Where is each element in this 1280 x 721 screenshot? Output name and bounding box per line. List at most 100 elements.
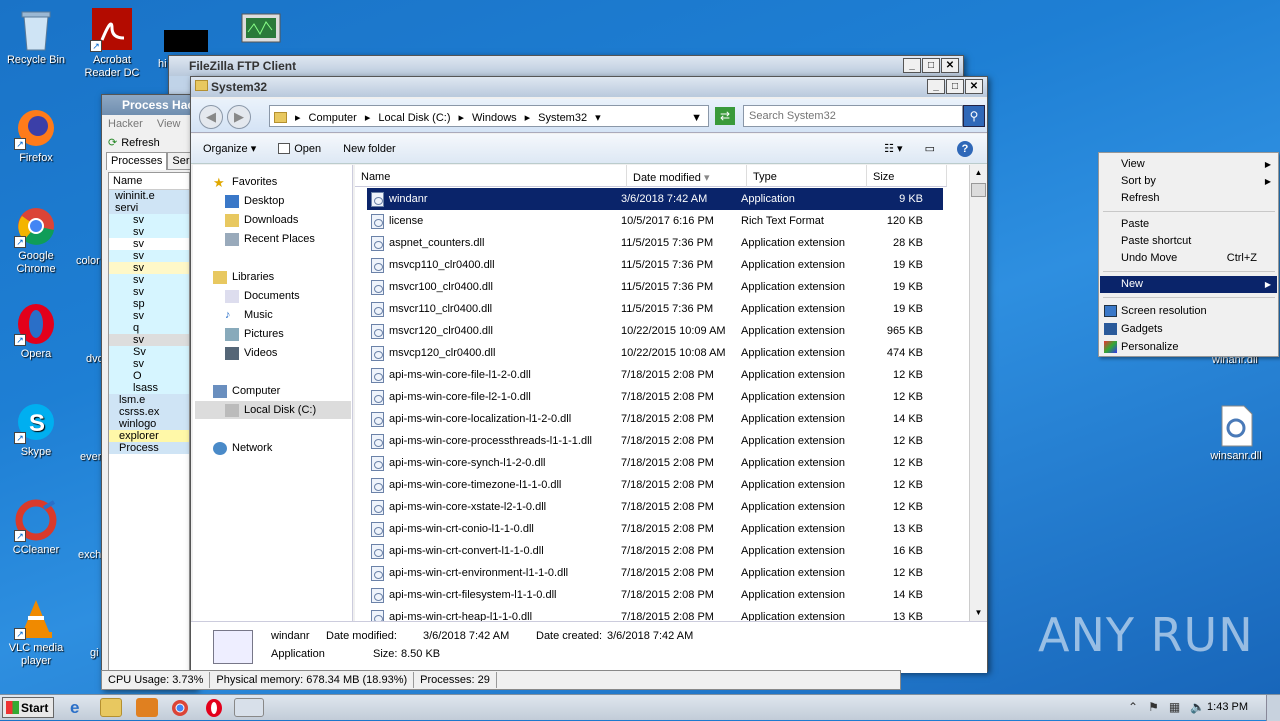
column-size[interactable]: Size: [867, 165, 947, 187]
process-row[interactable]: lsass: [109, 382, 189, 394]
process-row[interactable]: sv: [109, 358, 189, 370]
open-button[interactable]: Open: [278, 143, 321, 155]
process-row[interactable]: sv: [109, 262, 189, 274]
column-name[interactable]: Name: [355, 165, 627, 187]
nav-pictures[interactable]: Pictures: [225, 325, 284, 343]
process-row[interactable]: wininit.e: [109, 190, 189, 202]
breadcrumb-computer[interactable]: Computer: [309, 112, 357, 124]
forward-button[interactable]: ▶: [227, 105, 251, 129]
process-row[interactable]: lsm.e: [109, 394, 189, 406]
maximize-button[interactable]: □: [946, 79, 964, 94]
tab-processes[interactable]: Processes: [106, 152, 168, 170]
file-row[interactable]: msvcr100_clr0400.dll 11/5/2015 7:36 PM App…: [367, 276, 943, 298]
chevron-right-icon[interactable]: ▸: [365, 111, 371, 124]
menu-view[interactable]: View: [157, 118, 181, 130]
file-row[interactable]: aspnet_counters.dll 11/5/2015 7:36 PM Appl…: [367, 232, 943, 254]
process-row[interactable]: sv: [109, 250, 189, 262]
file-row[interactable]: api-ms-win-core-file-l2-1-0.dll 7/18/2015…: [367, 386, 943, 408]
nav-local-disk[interactable]: Local Disk (C:): [195, 401, 351, 419]
opera-taskbar-icon[interactable]: [204, 698, 226, 717]
menu-item-view[interactable]: View ▶: [1100, 156, 1277, 173]
process-row[interactable]: sv: [109, 274, 189, 286]
ie-icon[interactable]: e: [70, 698, 92, 717]
process-row[interactable]: sv: [109, 238, 189, 250]
process-hacker-taskbar-icon[interactable]: [234, 698, 264, 717]
show-desktop-button[interactable]: [1266, 695, 1280, 721]
file-row[interactable]: api-ms-win-core-file-l1-2-0.dll 7/18/2015…: [367, 364, 943, 386]
file-row[interactable]: license 10/5/2017 6:16 PM Rich Text Format…: [367, 210, 943, 232]
process-row[interactable]: explorer: [109, 430, 189, 442]
desktop-icon-ccleaner[interactable]: ↗ CCleaner: [0, 498, 72, 557]
menu-item-new[interactable]: New ▶: [1100, 276, 1277, 293]
preview-pane-icon[interactable]: ▭: [925, 142, 935, 155]
desktop-icon-firefox[interactable]: ↗ Firefox: [0, 106, 72, 165]
file-row[interactable]: api-ms-win-core-timezone-l1-1-0.dll 7/18/…: [367, 474, 943, 496]
nav-network[interactable]: Network: [213, 439, 272, 457]
desktop-icon-acrobat[interactable]: ↗ Acrobat Reader DC: [76, 8, 148, 80]
scroll-up-icon[interactable]: ▲: [970, 165, 987, 181]
menu-hacker[interactable]: Hacker: [108, 118, 143, 130]
column-date-modified[interactable]: Date modified ▾: [627, 165, 747, 187]
process-row[interactable]: sv: [109, 226, 189, 238]
nav-desktop[interactable]: Desktop: [225, 192, 284, 210]
clock[interactable]: 1:43 PM: [1207, 701, 1248, 713]
chevron-right-icon[interactable]: ▸: [295, 111, 301, 124]
search-icon[interactable]: ⚲: [963, 105, 985, 127]
chrome-taskbar-icon[interactable]: [170, 698, 192, 717]
menu-item-paste[interactable]: Paste: [1100, 216, 1277, 233]
file-row[interactable]: api-ms-win-crt-filesystem-l1-1-0.dll 7/18…: [367, 584, 943, 606]
nav-music[interactable]: ♪ Music: [225, 306, 273, 324]
process-row[interactable]: Process: [109, 442, 189, 454]
explorer-taskbar-icon[interactable]: [100, 698, 122, 717]
minimize-button[interactable]: _: [927, 79, 945, 94]
organize-button[interactable]: Organize ▾: [203, 142, 256, 155]
nav-computer[interactable]: Computer: [213, 382, 280, 400]
process-tree[interactable]: Name wininit.e servi sv sv sv sv sv sv sv sp sv q sv…: [108, 172, 190, 672]
process-row[interactable]: servi: [109, 202, 189, 214]
file-row[interactable]: api-ms-win-crt-convert-l1-1-0.dll 7/18/20…: [367, 540, 943, 562]
search-input[interactable]: [743, 105, 963, 127]
nav-recent-places[interactable]: Recent Places: [225, 230, 315, 248]
start-button[interactable]: Start: [2, 697, 54, 718]
desktop-icon-skype[interactable]: S ↗ Skype: [0, 400, 72, 459]
process-row[interactable]: sv: [109, 310, 189, 322]
desktop-icon-recycle-bin[interactable]: Recycle Bin: [0, 8, 72, 67]
minimize-button[interactable]: _: [903, 58, 921, 73]
nav-documents[interactable]: Documents: [225, 287, 300, 305]
desktop-icon-vlc[interactable]: ↗ VLC media player: [0, 596, 72, 668]
media-player-icon[interactable]: [136, 698, 158, 717]
desktop-icon-opera[interactable]: ↗ Opera: [0, 302, 72, 361]
menu-item-personalize[interactable]: Personalize: [1100, 339, 1277, 356]
menu-item-paste-shortcut[interactable]: Paste shortcut: [1100, 233, 1277, 250]
address-dropdown-icon[interactable]: ▼: [691, 112, 702, 124]
file-row[interactable]: msvcp120_clr0400.dll 10/22/2015 10:08 AM A…: [367, 342, 943, 364]
file-row[interactable]: api-ms-win-crt-environment-l1-1-0.dll 7/1…: [367, 562, 943, 584]
process-row[interactable]: sv: [109, 286, 189, 298]
process-row[interactable]: Sv: [109, 346, 189, 358]
new-folder-button[interactable]: New folder: [343, 143, 396, 155]
tray-expand-icon[interactable]: ⌃: [1128, 700, 1138, 714]
nav-libraries[interactable]: Libraries: [213, 268, 274, 286]
refresh-button[interactable]: ⟳ Refresh: [102, 133, 196, 152]
breadcrumb-system32[interactable]: System32: [538, 112, 587, 124]
file-row[interactable]: msvcp110_clr0400.dll 11/5/2015 7:36 PM App…: [367, 254, 943, 276]
file-list[interactable]: Name Date modified ▾ Type Size windanr 3/…: [355, 165, 987, 625]
process-hacker-window[interactable]: Process Hac Hacker View ⟳ Refresh Processe…: [101, 94, 197, 690]
desktop-icon-chrome[interactable]: ↗ Google Chrome: [0, 204, 72, 276]
volume-icon[interactable]: 🔈: [1190, 700, 1205, 714]
file-row[interactable]: api-ms-win-core-xstate-l2-1-0.dll 7/18/20…: [367, 496, 943, 518]
file-row[interactable]: api-ms-win-core-processthreads-l1-1-1.dl…: [367, 430, 943, 452]
flag-icon[interactable]: ⚑: [1148, 700, 1159, 714]
column-name[interactable]: Name: [109, 173, 189, 190]
file-row[interactable]: windanr 3/6/2018 7:42 AM Application 9 KB: [367, 188, 943, 210]
file-row[interactable]: msvcr110_clr0400.dll 11/5/2015 7:36 PM App…: [367, 298, 943, 320]
black-app-icon[interactable]: [164, 30, 208, 52]
menu-item-refresh[interactable]: Refresh: [1100, 190, 1277, 207]
scroll-down-icon[interactable]: ▼: [970, 605, 987, 621]
chevron-down-icon[interactable]: ▾: [595, 111, 601, 124]
close-button[interactable]: ✕: [941, 58, 959, 73]
scroll-thumb[interactable]: [971, 183, 986, 197]
process-row[interactable]: csrss.ex: [109, 406, 189, 418]
chevron-right-icon[interactable]: ▸: [458, 111, 464, 124]
explorer-window[interactable]: System32 _ □ ✕ ◀ ▶ ▸ Computer ▸ Local Disk …: [190, 76, 988, 673]
